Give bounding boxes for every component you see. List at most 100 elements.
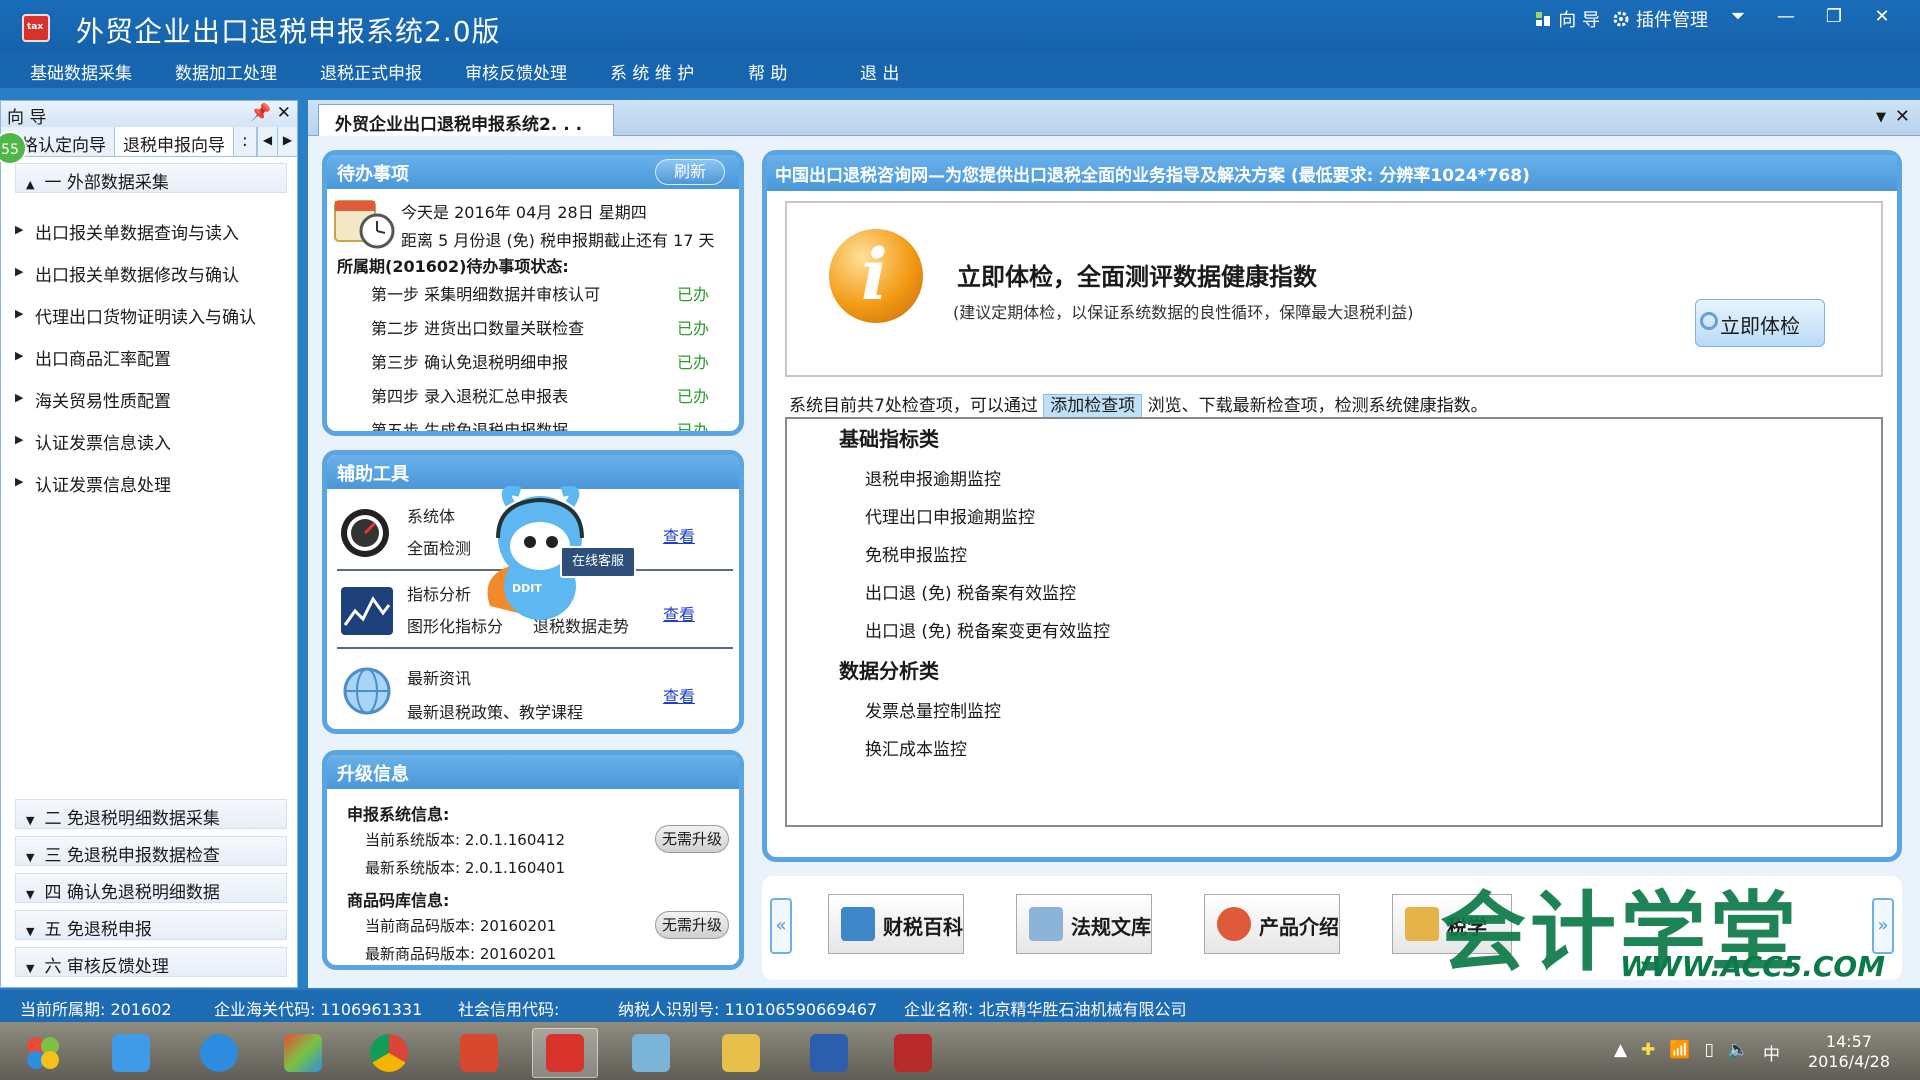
magnifier-icon: [1700, 312, 1718, 330]
taskbar-browser-360[interactable]: [186, 1028, 252, 1078]
system-latest-version: 最新系统版本: 2.0.1.160401: [365, 859, 566, 877]
tree-item-trade-nature[interactable]: 海关贸易性质配置: [15, 387, 171, 412]
guide-button[interactable]: 向 导: [1534, 6, 1600, 32]
start-button[interactable]: [10, 1028, 76, 1078]
recorder-icon: [894, 1034, 932, 1072]
status-credit-code: 社会信用代码:: [458, 1000, 560, 1019]
status-customs-code: 企业海关代码: 1106961331: [214, 1000, 423, 1019]
menu-formal-declare[interactable]: 退税正式申报: [320, 59, 422, 84]
taskbar-cloud-app[interactable]: [98, 1028, 164, 1078]
minimize-button[interactable]: —: [1768, 6, 1804, 32]
check-item[interactable]: 发票总量控制监控: [865, 697, 1001, 722]
taskbar-chrome[interactable]: [356, 1028, 422, 1078]
menu-system-maintenance[interactable]: 系 统 维 护: [610, 59, 694, 84]
tree-group-declare[interactable]: ▼ 五 免退税申报: [15, 910, 287, 940]
todo-title: 待办事项: [337, 164, 409, 185]
tax-wiki-button[interactable]: 财税百科: [828, 894, 964, 954]
menu-help[interactable]: 帮 助: [748, 59, 787, 84]
system-clock[interactable]: 14:57 2016/4/28: [1808, 1032, 1890, 1072]
health-check-box: 立即体检，全面测评数据健康指数 (建议定期体检，以保证系统数据的良性循环，保障最…: [785, 201, 1883, 377]
code-upgrade-button[interactable]: 无需升级: [655, 911, 729, 939]
tab-refund-guide[interactable]: 退税申报向导: [115, 127, 234, 156]
tab-home[interactable]: 外贸企业出口退税申报系统2. . .: [318, 104, 614, 136]
network-icon[interactable]: 📶: [1669, 1040, 1690, 1065]
status-tax-id: 纳税人识别号: 110106590669467: [618, 1000, 878, 1019]
check-item[interactable]: 代理出口申报逾期监控: [865, 503, 1035, 528]
tree-group-external-data[interactable]: ▲ 一 外部数据采集: [15, 163, 287, 193]
tree-group-feedback[interactable]: ▼ 六 审核反馈处理: [15, 947, 287, 977]
tree-group-data-check[interactable]: ▼ 三 免退税申报数据检查: [15, 836, 287, 866]
tab-scroll-left-icon[interactable]: ◀: [257, 127, 277, 156]
plugin-manager-button[interactable]: 插件管理: [1612, 6, 1708, 32]
tab-list-icon[interactable]: ▼: [1876, 110, 1886, 125]
guide-tabs: 格认定向导 退税申报向导 : ◀ ▶: [1, 127, 297, 157]
product-intro-label: 产品介绍: [1259, 915, 1339, 939]
tree-group-detail-collect[interactable]: ▼ 二 免退税明细数据采集: [15, 799, 287, 829]
volume-icon[interactable]: 🔈: [1728, 1040, 1749, 1065]
strip-next-button[interactable]: »: [1872, 898, 1894, 954]
tree-group-label: 一 外部数据采集: [44, 173, 169, 193]
tab-more[interactable]: :: [234, 127, 257, 156]
step-label: 第一步 采集明细数据并审核认可: [371, 285, 601, 304]
tax-app-icon: [546, 1034, 584, 1072]
online-service-tag: 在线客服: [560, 546, 636, 578]
health-check-panel: 中国出口退税咨询网—为您提供出口退税全面的业务指导及解决方案 (最低要求: 分辨…: [762, 150, 1902, 862]
tab-scroll-arrows: ◀ ▶: [257, 127, 297, 156]
refresh-button[interactable]: 刷新: [655, 159, 725, 185]
tray-plus-icon[interactable]: ✚: [1641, 1040, 1655, 1065]
news-globe-icon: [343, 667, 391, 715]
taskbar-word[interactable]: [796, 1028, 862, 1078]
start-check-button[interactable]: 立即体检: [1695, 299, 1825, 347]
check-item[interactable]: 退税申报逾期监控: [865, 465, 1001, 490]
pin-icon[interactable]: 📌: [250, 103, 271, 123]
menu-review-feedback[interactable]: 审核反馈处理: [465, 59, 567, 84]
tool-news-view-link[interactable]: 查看: [663, 683, 695, 707]
system-upgrade-button[interactable]: 无需升级: [655, 825, 729, 853]
tree-group-label: 三 免退税申报数据检查: [44, 846, 220, 866]
tab-close-icon[interactable]: ✕: [1895, 106, 1910, 127]
taskbar-colorful-app[interactable]: [270, 1028, 336, 1078]
restore-button[interactable]: ❐: [1816, 6, 1852, 32]
battery-icon[interactable]: ▯: [1704, 1040, 1713, 1065]
online-service-mascot[interactable]: 在线客服 DDIT: [470, 485, 650, 636]
tray-expand-icon[interactable]: ▲: [1614, 1040, 1627, 1065]
tool-health-view-link[interactable]: 查看: [663, 523, 695, 547]
taskbar-handshake[interactable]: [618, 1028, 684, 1078]
tree-item-exchange-rate[interactable]: 出口商品汇率配置: [15, 345, 171, 370]
check-item[interactable]: 换汇成本监控: [865, 735, 967, 760]
strip-prev-button[interactable]: «: [770, 898, 792, 954]
tree-item-agent-cert[interactable]: 代理出口货物证明读入与确认: [15, 303, 256, 328]
panel-close-icon[interactable]: ✕: [277, 103, 291, 123]
calendar-clock-icon: [334, 200, 395, 249]
taskbar-presentation[interactable]: [446, 1028, 512, 1078]
taskbar-tax-app[interactable]: [532, 1028, 598, 1078]
ime-indicator[interactable]: 中: [1763, 1040, 1780, 1065]
guide-label: 向 导: [1558, 10, 1600, 31]
product-intro-button[interactable]: 产品介绍: [1204, 894, 1340, 954]
menu-basic-data[interactable]: 基础数据采集: [30, 59, 132, 84]
dropdown-icon[interactable]: ⏷: [1720, 6, 1756, 32]
notification-badge[interactable]: 55: [0, 131, 27, 165]
tree-item-invoice-read[interactable]: 认证发票信息读入: [15, 429, 171, 454]
tab-scroll-right-icon[interactable]: ▶: [277, 127, 297, 156]
todo-card-header: 待办事项 刷新: [327, 155, 739, 189]
app-logo-icon: [22, 14, 50, 42]
menu-data-processing[interactable]: 数据加工处理: [175, 59, 277, 84]
tree-group-confirm-detail[interactable]: ▼ 四 确认免退税明细数据: [15, 873, 287, 903]
tree-item-customs-modify[interactable]: 出口报关单数据修改与确认: [15, 261, 239, 286]
taskbar-recorder[interactable]: [880, 1028, 946, 1078]
taskbar-explorer[interactable]: [708, 1028, 774, 1078]
law-library-button[interactable]: 法规文库: [1016, 894, 1152, 954]
close-button[interactable]: ✕: [1864, 6, 1900, 32]
category-analysis: 数据分析类: [839, 659, 939, 683]
code-latest-version: 最新商品码版本: 20160201: [365, 945, 557, 963]
tool-index-view-link[interactable]: 查看: [663, 601, 695, 625]
check-item[interactable]: 免税申报监控: [865, 541, 967, 566]
check-item[interactable]: 出口退 (免) 税备案有效监控: [865, 579, 1076, 604]
tree-item-invoice-process[interactable]: 认证发票信息处理: [15, 471, 171, 496]
check-item[interactable]: 出口退 (免) 税备案变更有效监控: [865, 617, 1110, 642]
add-check-item-link[interactable]: 添加检查项: [1043, 394, 1143, 418]
menu-exit[interactable]: 退 出: [860, 59, 899, 84]
period-status: 所属期(201602)待办事项状态:: [337, 257, 569, 276]
tree-item-customs-query[interactable]: 出口报关单数据查询与读入: [15, 219, 239, 244]
